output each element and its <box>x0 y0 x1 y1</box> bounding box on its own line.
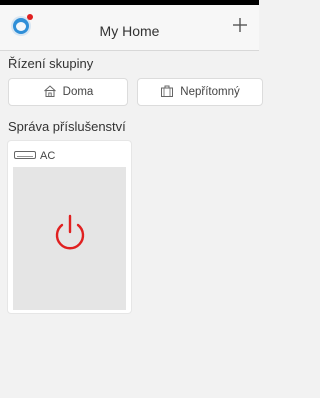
app-header: My Home <box>0 5 259 50</box>
power-icon[interactable] <box>53 214 87 252</box>
home-mode-button[interactable]: Doma <box>8 78 128 106</box>
away-mode-label: Nepřítomný <box>180 86 240 98</box>
plus-icon[interactable] <box>231 16 249 34</box>
page-title: My Home <box>99 23 160 39</box>
accessory-card[interactable]: AC <box>7 140 132 314</box>
accessories-title: Správa příslušenství <box>8 119 126 134</box>
away-mode-button[interactable]: Nepřítomný <box>137 78 263 106</box>
header-divider <box>0 50 259 51</box>
home-icon <box>43 84 57 101</box>
luggage-icon <box>160 84 174 101</box>
accessory-card-header: AC <box>14 149 55 163</box>
group-control-title: Řízení skupiny <box>8 56 94 71</box>
accessory-name: AC <box>40 150 56 162</box>
home-mode-label: Doma <box>62 86 94 98</box>
air-conditioner-icon <box>14 150 36 162</box>
accessory-control-panel[interactable] <box>13 167 126 310</box>
